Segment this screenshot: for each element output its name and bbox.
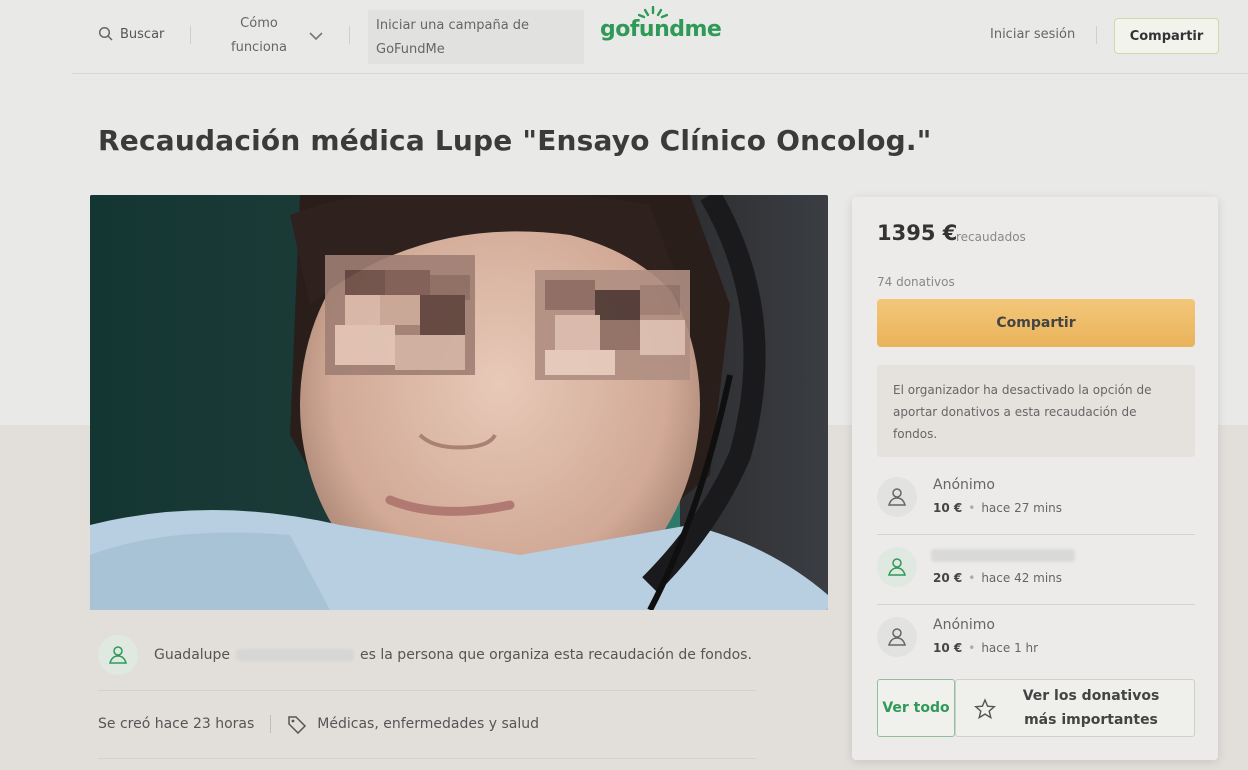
- start-campaign-link[interactable]: Iniciar una campaña de GoFundMe: [368, 10, 584, 64]
- user-icon: [888, 488, 906, 506]
- donation-sidebar: 1395 € recaudados 74 donativos Compartir…: [852, 197, 1218, 760]
- share-button[interactable]: Compartir: [877, 299, 1195, 347]
- organizer-first-name: Guadalupe: [154, 647, 231, 663]
- tag-icon: [288, 716, 307, 734]
- star-icon: [974, 698, 996, 720]
- see-top-donations-label: Ver los donativos más importantes: [1022, 688, 1160, 728]
- nav-divider: [190, 26, 191, 44]
- donation-info: 20 € • hace 42 mins: [933, 571, 1063, 585]
- donor-name: Anónimo: [933, 477, 995, 493]
- donor-name-redacted: [931, 549, 1075, 562]
- donation-amount: 10 €: [933, 641, 963, 655]
- donation-info: 10 € • hace 27 mins: [933, 501, 1063, 515]
- campaign-photo: [90, 195, 828, 610]
- donation-time: hace 1 hr: [981, 641, 1039, 655]
- donation-amount: 10 €: [933, 501, 963, 515]
- raised-amount: 1395 €: [877, 221, 958, 245]
- login-link[interactable]: Iniciar sesión: [990, 27, 1075, 42]
- created-time: Se creó hace 23 horas: [98, 716, 255, 732]
- donation-item: Anónimo 10 € • hace 1 hr: [877, 605, 1195, 675]
- donation-time: hace 42 mins: [981, 571, 1063, 585]
- donation-time: hace 27 mins: [981, 501, 1063, 515]
- organizer-avatar: [98, 635, 138, 675]
- organizer-row: Guadalupe es la persona que organiza est…: [98, 635, 752, 675]
- donations-disabled-notice: El organizador ha desactivado la opción …: [877, 365, 1195, 457]
- search-link[interactable]: Buscar: [98, 26, 164, 42]
- see-all-button[interactable]: Ver todo: [877, 679, 955, 737]
- nav-divider: [1096, 26, 1097, 44]
- donation-item: 20 € • hace 42 mins: [877, 535, 1195, 605]
- organizer-description: es la persona que organiza esta recaudac…: [360, 647, 752, 663]
- donation-item: Anónimo 10 € • hace 27 mins: [877, 465, 1195, 535]
- donor-avatar: [877, 547, 917, 587]
- donor-name: Anónimo: [933, 617, 995, 633]
- search-icon: [98, 26, 113, 41]
- user-icon: [888, 558, 906, 576]
- raised-label: recaudados: [956, 230, 1026, 244]
- nav-divider: [349, 26, 350, 44]
- header-share-button[interactable]: Compartir: [1114, 18, 1219, 54]
- gofundme-logo[interactable]: gofundme: [600, 17, 722, 42]
- chevron-down-icon[interactable]: [308, 28, 324, 44]
- organizer-last-name-redacted: [236, 649, 355, 661]
- user-icon: [109, 646, 127, 664]
- category-link[interactable]: Médicas, enfermedades y salud: [317, 716, 539, 732]
- campaign-title: Recaudación médica Lupe "Ensayo Clínico …: [98, 124, 932, 157]
- campaign-meta: Se creó hace 23 horas Médicas, enfermeda…: [98, 714, 539, 734]
- see-top-donations-button[interactable]: Ver los donativos más importantes: [955, 679, 1195, 737]
- donation-info: 10 € • hace 1 hr: [933, 641, 1039, 655]
- section-divider: [98, 758, 756, 759]
- donor-avatar: [877, 477, 917, 517]
- top-navigation: Buscar Cómo funciona Iniciar una campaña…: [72, 0, 1248, 74]
- user-icon: [888, 628, 906, 646]
- donor-avatar: [877, 617, 917, 657]
- section-divider: [98, 690, 756, 691]
- meta-divider: [270, 715, 272, 733]
- donations-count: 74 donativos: [877, 275, 955, 289]
- how-it-works-menu[interactable]: Cómo funciona: [222, 12, 296, 60]
- search-label: Buscar: [120, 26, 165, 42]
- donation-amount: 20 €: [933, 571, 963, 585]
